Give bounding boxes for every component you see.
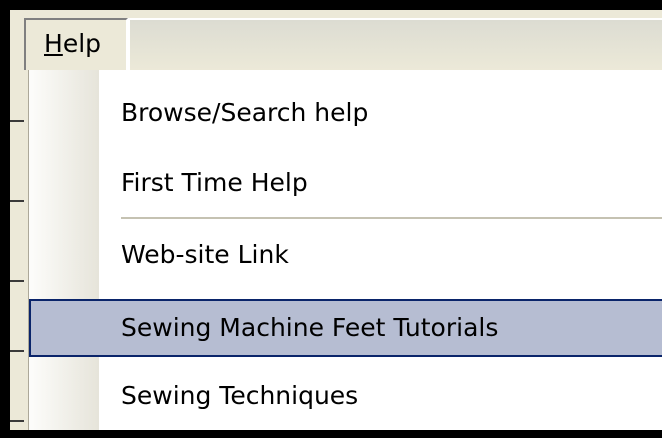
menu-separator: [121, 217, 662, 219]
help-menu-accelerator: H: [44, 29, 63, 58]
menu-item-first-time-help[interactable]: First Time Help: [29, 154, 662, 212]
screenshot-frame: Help Browse/Search help First Time Help …: [0, 0, 662, 438]
help-dropdown-menu: Browse/Search help First Time Help Web-s…: [28, 70, 662, 430]
left-edge-tick: [10, 280, 24, 282]
left-edge-tick: [10, 420, 24, 422]
menu-item-sewing-machine-feet-tutorials[interactable]: Sewing Machine Feet Tutorials: [29, 299, 662, 357]
application-window: Help Browse/Search help First Time Help …: [10, 10, 662, 430]
left-edge-tick: [10, 350, 24, 352]
menu-item-label: Web-site Link: [121, 240, 289, 269]
menu-item-label: Browse/Search help: [121, 98, 369, 127]
menu-bar: Help: [10, 10, 662, 70]
left-edge-tick: [10, 120, 24, 122]
menu-item-web-site-link[interactable]: Web-site Link: [29, 226, 662, 284]
menu-item-label: First Time Help: [121, 168, 308, 197]
menu-item-label: Sewing Techniques: [121, 381, 359, 410]
menu-bar-empty-area: [128, 18, 662, 70]
menu-item-sewing-techniques[interactable]: Sewing Techniques: [29, 367, 662, 425]
left-edge-tick: [10, 200, 24, 202]
menu-item-browse-search-help[interactable]: Browse/Search help: [29, 84, 662, 142]
help-menu[interactable]: Help: [24, 18, 128, 70]
menu-item-label: Sewing Machine Feet Tutorials: [121, 313, 499, 342]
help-menu-label: elp: [62, 29, 102, 58]
application-left-edge: [10, 70, 26, 430]
